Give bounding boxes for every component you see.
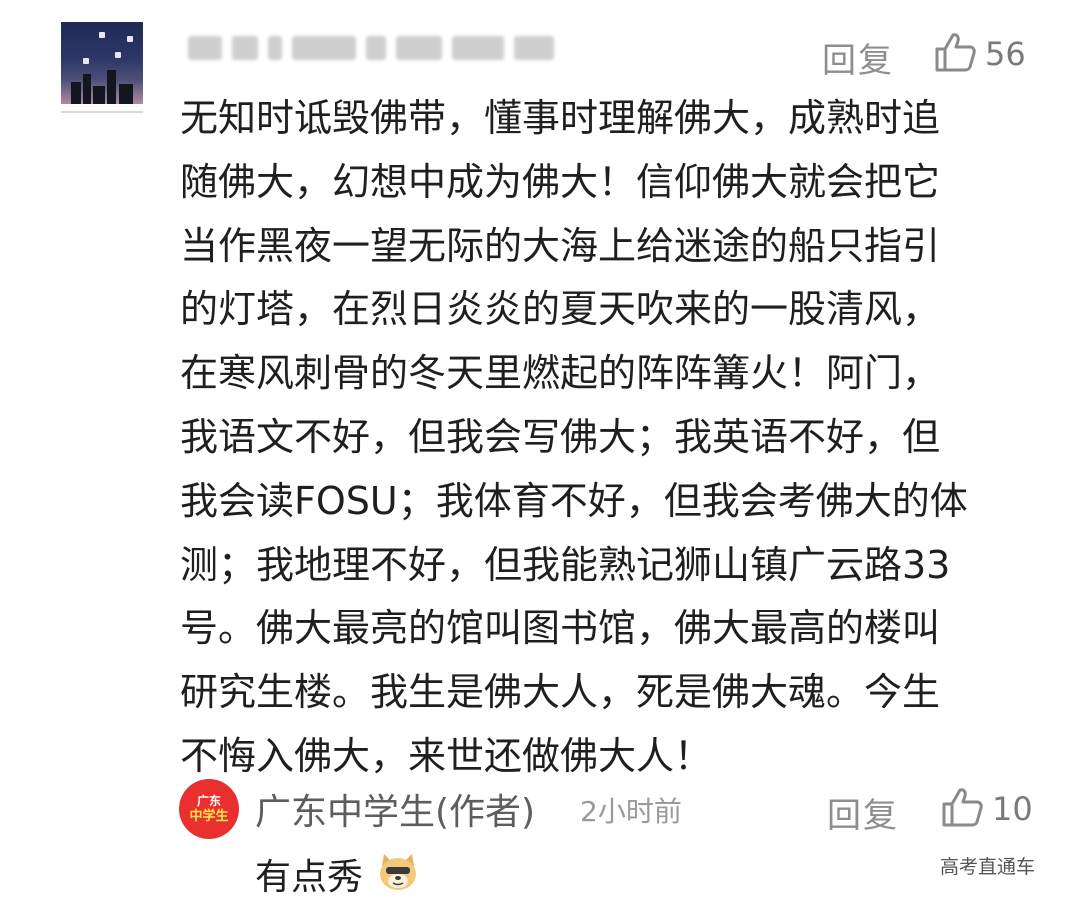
reply-text: 有点秀	[255, 857, 364, 898]
comment-line: 不悔入佛大，来世还做佛大人！	[180, 733, 713, 778]
thumbs-up-icon	[933, 30, 977, 78]
comment-line: 测；我地理不好，但我能熟记狮山镇广云路33	[180, 542, 951, 587]
commenter-name-blurred[interactable]	[188, 33, 554, 63]
author-avatar[interactable]: 广东 中学生	[179, 779, 239, 839]
watermark: 高考直通车	[940, 856, 1036, 878]
comment-line: 无知时诋毁佛带，懂事时理解佛大，成熟时追	[180, 96, 941, 140]
comment-line: 我语文不好，但我会写佛大；我英语不好，但	[180, 414, 941, 459]
comment-line: 研究生楼。我生是佛大人，死是佛大魂。今生	[180, 670, 941, 715]
reply-author-name[interactable]: 广东中学生(作者)	[255, 783, 535, 835]
thumbs-up-icon	[940, 785, 984, 833]
like-button[interactable]: 56	[933, 30, 1026, 78]
author-avatar-text-top: 广东	[196, 794, 221, 808]
commenter-avatar[interactable]	[61, 22, 143, 104]
comment-line: 的灯塔，在烈日炎炎的夏天吹来的一股清风，	[180, 287, 941, 332]
reply-like-count: 10	[992, 790, 1033, 828]
comment-line: 当作黑夜一望无际的大海上给迷途的船只指引	[180, 223, 941, 268]
reply-to-reply-button[interactable]: 回复	[827, 788, 899, 837]
reply-timestamp: 2小时前	[580, 795, 682, 828]
comment-text: 无知时诋毁佛带，懂事时理解佛大，成熟时追 随佛大，幻想中成为佛大！信仰佛大就会把…	[180, 87, 1040, 789]
avatar-divider	[61, 111, 143, 113]
comment-line: 号。佛大最亮的馆叫图书馆，佛大最高的楼叫	[180, 606, 941, 651]
like-count: 56	[985, 35, 1026, 73]
author-avatar-text-bottom: 中学生	[189, 809, 229, 824]
comment-line: 在寒风刺骨的冬天里燃起的阵阵篝火！阿门，	[180, 351, 941, 396]
comment-line: 我会读FOSU；我体育不好，但我会考佛大的体	[180, 478, 968, 523]
doge-emoji-icon	[376, 852, 420, 892]
comment-line: 随佛大，幻想中成为佛大！信仰佛大就会把它	[180, 159, 941, 204]
reply-button[interactable]: 回复	[822, 33, 894, 82]
reply-like-button[interactable]: 10	[940, 785, 1033, 833]
